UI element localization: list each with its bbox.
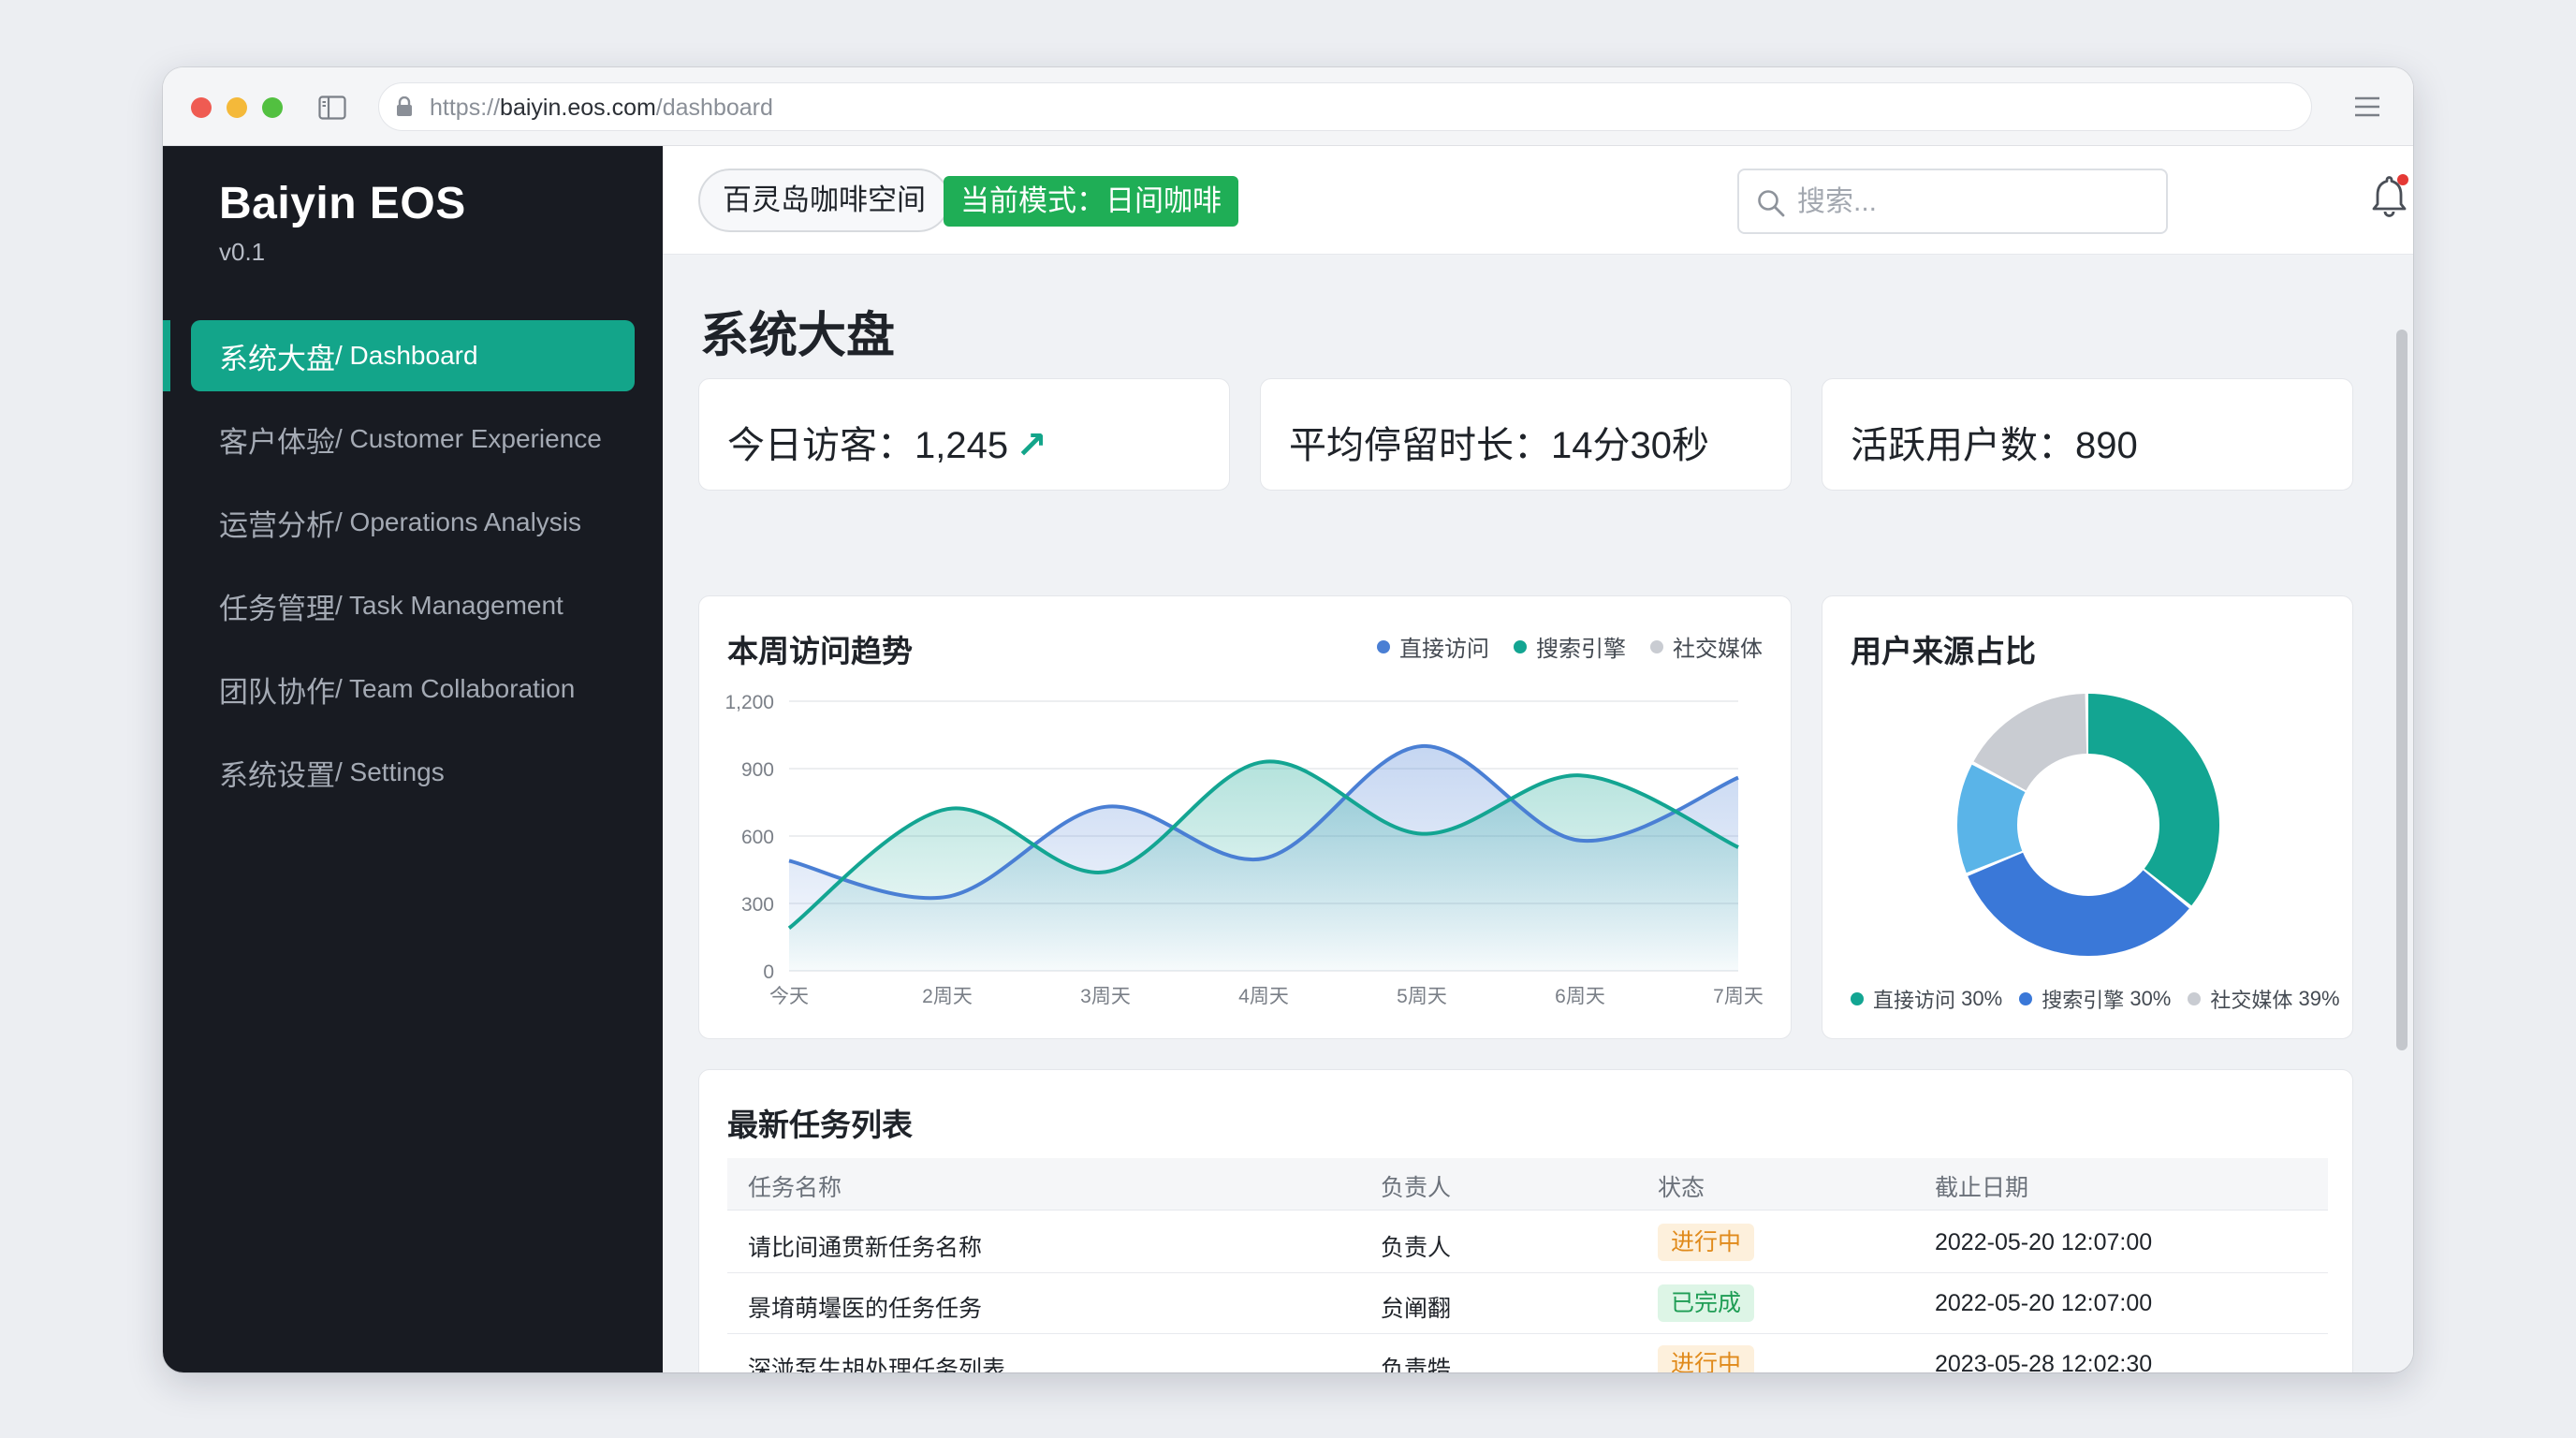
close-window-button[interactable]: [191, 97, 212, 118]
sidebar-toggle-icon[interactable]: [318, 95, 346, 120]
sidebar-item-task-management[interactable]: 任务管理 / Task Management: [191, 570, 635, 641]
y-tick-label: 0: [763, 961, 774, 983]
maximize-window-button[interactable]: [262, 97, 283, 118]
sidebar-item-label-zh: 系统设置: [219, 758, 335, 792]
weekly-trend-card: 本周访问趋势 直接访问 搜索引擎 社交媒体 1,200 900 600 300 0 今天 2…: [698, 595, 1792, 1039]
sidebar-item-team-collaboration[interactable]: 团队协作 / Team Collaboration: [191, 653, 635, 725]
url-text: https://baiyin.eos.com/dashboard: [430, 95, 773, 121]
task-list-card: 最新任务列表 任务名称 负责人 状态 截止日期 请比间通贯新任务名称 负责人 202…: [698, 1069, 2353, 1372]
sidebar-item-label-zh: 客户体验: [219, 425, 335, 459]
task-owner-cell: 负责牿: [1381, 1357, 1452, 1372]
sidebar-item-label-en: / Task Management: [335, 591, 564, 620]
sidebar-item-dashboard[interactable]: 系统大盘 / Dashboard: [191, 320, 635, 391]
donut-legend: 直接访问 30% 搜索引擎 30% 社交媒体 39%: [1851, 984, 2340, 1014]
donut-chart: [1957, 694, 2219, 956]
task-name-cell: 景堉萌壜医的任务任务: [748, 1296, 983, 1322]
x-tick-label: 6周天: [1555, 986, 1605, 1007]
stat-value: 1,245: [915, 425, 1009, 466]
task-owner-cell: 贠阐翻: [1381, 1296, 1452, 1322]
task-name-cell: 请比间通贯新任务名称: [748, 1235, 983, 1261]
sidebar-item-operations-analysis[interactable]: 运营分析 / Operations Analysis: [191, 487, 635, 558]
source-share-card: 用户来源占比 直接访问 30% 搜索引擎 30% 社交媒体 39%: [1822, 595, 2353, 1039]
task-due-cell: 2022-05-20 12:07:00: [1935, 1290, 2153, 1316]
search-input[interactable]: [1797, 180, 2153, 225]
stat-card-avg-duration: 平均停留时长：14分30秒: [1260, 378, 1792, 491]
column-header-due[interactable]: 截止日期: [1935, 1169, 2028, 1203]
active-nav-indicator: [163, 320, 170, 391]
donut-legend-direct[interactable]: 直接访问 30%: [1851, 984, 2002, 1014]
browser-menu-icon[interactable]: [2353, 95, 2381, 118]
sidebar: Baiyin EOS v0.1 系统大盘 / Dashboard 客户体验 / C…: [163, 146, 663, 1372]
donut-legend-search[interactable]: 搜索引擎 30%: [2019, 984, 2171, 1014]
search-icon: [1758, 190, 1785, 217]
stat-label: 今日访客：: [727, 425, 915, 466]
sidebar-item-label-zh: 运营分析: [219, 508, 335, 542]
donut-legend-social[interactable]: 社交媒体 39%: [2188, 984, 2340, 1014]
table-row[interactable]: 深湴泵生胡处理任务列表 负责牿 2023-05-28 12:02:30 进行中: [727, 1334, 2328, 1372]
minimize-window-button[interactable]: [227, 97, 247, 118]
search-box[interactable]: [1737, 169, 2168, 234]
y-tick-label: 900: [741, 759, 774, 781]
sidebar-item-label-en: / Operations Analysis: [335, 507, 582, 536]
task-name-cell: 深湴泵生胡处理任务列表: [748, 1357, 1006, 1372]
x-tick-label: 7周天: [1713, 986, 1764, 1007]
brand-name: Baiyin EOS: [219, 179, 466, 228]
page-title: 系统大盘: [700, 309, 896, 363]
task-list-title: 最新任务列表: [727, 1108, 913, 1142]
sidebar-item-label-zh: 任务管理: [219, 592, 335, 625]
table-header: 任务名称 负责人 状态 截止日期: [727, 1158, 2328, 1211]
app-version: v0.1: [219, 238, 266, 266]
x-tick-label: 5周天: [1397, 986, 1447, 1007]
workspace-selector[interactable]: 百灵岛咖啡空间: [698, 169, 950, 232]
status-badge: 进行中: [1658, 1224, 1755, 1261]
sidebar-item-label-en: / Team Collaboration: [335, 674, 576, 703]
y-tick-label: 1,200: [724, 692, 774, 713]
task-due-cell: 2023-05-28 12:02:30: [1935, 1351, 2153, 1372]
address-bar[interactable]: https://baiyin.eos.com/dashboard: [378, 82, 2312, 131]
main-content: 百灵岛咖啡空间 当前模式：日间咖啡 搜索... 系统大盘 今日访客：1,245 …: [663, 146, 2413, 1372]
lock-icon: [397, 96, 412, 116]
sidebar-item-settings[interactable]: 系统设置 / Settings: [191, 737, 635, 808]
stat-label: 活跃用户数：: [1851, 425, 2075, 466]
mode-badge: 当前模式：日间咖啡: [944, 176, 1238, 227]
table-row[interactable]: 景堉萌壜医的任务任务 贠阐翻 2022-05-20 12:07:00 已完成: [727, 1273, 2328, 1334]
series-search-area: [789, 761, 1738, 971]
notification-bell-icon[interactable]: [2368, 174, 2411, 221]
table-row[interactable]: 请比间通贯新任务名称 负责人 2022-05-20 12:07:00 进行中: [727, 1212, 2328, 1273]
scrollbar-thumb[interactable]: [2396, 330, 2408, 1050]
trend-up-icon: ↗: [1016, 425, 1047, 466]
browser-toolbar: https://baiyin.eos.com/dashboard: [163, 67, 2413, 146]
sidebar-item-label-zh: 团队协作: [219, 675, 335, 709]
stat-label: 平均停留时长：: [1289, 425, 1551, 466]
notification-dot: [2397, 174, 2408, 185]
line-chart: 1,200 900 600 300 0 今天 2周天 3周天 4周天 5周天 6周天 7周天: [724, 692, 1764, 1007]
column-header-owner[interactable]: 负责人: [1381, 1169, 1451, 1203]
top-bar: 百灵岛咖啡空间 当前模式：日间咖啡: [663, 146, 2413, 255]
column-header-name[interactable]: 任务名称: [748, 1169, 842, 1203]
x-tick-label: 2周天: [922, 986, 973, 1007]
y-tick-label: 600: [741, 827, 774, 848]
task-due-cell: 2022-05-20 12:07:00: [1935, 1229, 2153, 1255]
stat-value: 890: [2075, 425, 2138, 466]
stat-card-visitors: 今日访客：1,245 ↗: [698, 378, 1230, 491]
sidebar-item-label-en: / Dashboard: [335, 341, 478, 370]
stat-card-active-users: 活跃用户数：890: [1822, 378, 2353, 491]
sidebar-item-customer-experience[interactable]: 客户体验 / Customer Experience: [191, 404, 635, 475]
x-tick-label: 3周天: [1080, 986, 1131, 1007]
status-badge: 进行中: [1658, 1345, 1755, 1372]
task-owner-cell: 负责人: [1381, 1235, 1452, 1261]
x-tick-label: 4周天: [1238, 986, 1289, 1007]
sidebar-item-label-en: / Settings: [335, 757, 445, 786]
sidebar-item-label-zh: 系统大盘: [219, 342, 335, 375]
column-header-status[interactable]: 状态: [1658, 1169, 1705, 1203]
sidebar-item-label-en: / Customer Experience: [335, 424, 602, 453]
y-tick-label: 300: [741, 894, 774, 916]
stat-value: 14分30秒: [1551, 425, 1709, 466]
browser-window: https://baiyin.eos.com/dashboard Baiyin …: [163, 67, 2413, 1372]
status-badge: 已完成: [1658, 1284, 1755, 1322]
x-tick-label: 今天: [769, 986, 809, 1007]
